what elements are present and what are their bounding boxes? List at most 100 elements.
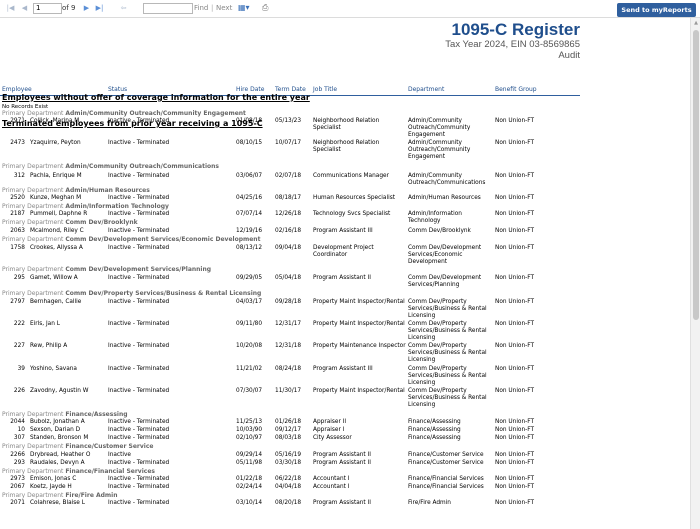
employee-id: 293 [13,460,25,466]
find-next-link[interactable]: Next [216,3,232,13]
first-page-icon[interactable]: |◀ [6,3,15,13]
col-benefit-group: Benefit Group [495,86,537,93]
send-to-myreports-button[interactable]: Send to myReports [617,3,696,17]
term-date: 03/30/18 [275,460,302,466]
term-date: 09/04/18 [275,245,302,251]
scroll-thumb[interactable] [693,30,699,320]
department-prefix: Primary Department [2,203,64,210]
employee-status: Inactive - Terminated [108,500,170,506]
term-date: 10/07/17 [275,140,302,146]
find-input[interactable] [143,3,193,14]
employee-name: Mcalmond, Riley C [30,228,84,234]
department-name: Fire/Fire Admin [65,492,118,499]
department-name: Admin/Human Resources [65,187,150,194]
department-group-header: Primary Department Comm Dev/Development … [2,236,260,243]
department-prefix: Primary Department [2,411,64,418]
employee-name: Drybread, Heather O [30,452,91,458]
employee-status: Inactive - Terminated [108,427,170,433]
employee-status: Inactive - Terminated [108,195,170,201]
department-cell: Comm Dev/Property Services/Business & Re… [408,321,487,341]
hire-date: 04/03/17 [236,299,263,305]
back-icon[interactable]: ⇦ [119,3,128,13]
hire-date: 07/30/07 [236,388,263,394]
department-name: Comm Dev/Property Services/Business & Re… [65,290,262,297]
department-group-header: Primary Department Fire/Fire Admin [2,492,118,499]
department-cell: Finance/Assessing [408,427,461,433]
department-group-header: Primary Department Admin/Community Outre… [2,163,219,170]
hire-date: 10/20/08 [236,343,263,349]
hire-date: 09/29/14 [236,452,263,458]
benefit-group: Non Union-FT [495,228,535,234]
employee-status: Inactive - Terminated [108,173,170,179]
employee-status: Inactive - Terminated [108,419,170,425]
benefit-group: Non Union-FT [495,173,535,179]
benefit-group: Non Union-FT [495,118,535,124]
page-number-input[interactable]: 1 [33,3,62,14]
report-viewport: 1095-C Register Tax Year 2024, EIN 03-85… [0,18,688,529]
job-title: Neighborhood Relation Specialist [313,140,380,153]
hire-date: 10/03/90 [236,427,263,433]
department-group-header: Primary Department Admin/Human Resources [2,187,150,194]
benefit-group: Non Union-FT [495,476,535,482]
col-status: Status [108,86,128,93]
job-title: Property Maint Inspector/Rental [313,388,405,394]
employee-status: Inactive - Terminated [108,435,170,441]
hire-date: 09/29/05 [236,275,263,281]
employee-name: Gamet, Willow A [30,275,78,281]
job-title: Communications Manager [313,173,389,179]
employee-status: Inactive [108,452,132,458]
benefit-group: Non Union-FT [495,211,535,217]
employee-status: Inactive - Terminated [108,118,170,124]
hire-date: 07/07/14 [236,211,263,217]
department-cell: Fire/Fire Admin [408,500,451,506]
employee-id: 1758 [10,245,25,251]
employee-name: Koetz, Jayde H [30,484,72,490]
job-title: Development Project Coordinator [313,245,374,258]
employee-name: Pachla, Enrique M [30,173,82,179]
col-department: Department [408,86,445,93]
print-icon[interactable]: ⎙ [262,2,274,14]
page-count-label: of 9 [62,4,76,12]
toolbar-separator: | [211,4,214,12]
employee-id: 2067 [10,484,25,490]
report-subtitle: Tax Year 2024, EIN 03-8569865 [445,39,580,50]
job-title: Property Maint Inspector/Rental [313,299,405,305]
department-cell: Finance/Assessing [408,435,461,441]
employee-id: 226 [13,388,25,394]
report-toolbar: |◀ ◀ 1 of 9 ▶ ▶| ⇦ Find | Next ▦▾ ⎙ Send… [0,0,700,18]
employee-id: 39 [17,366,25,372]
scroll-up-icon[interactable]: ▲ [691,18,700,28]
export-icon[interactable]: ▦▾ [238,2,251,14]
department-name: Admin/Information Technology [65,203,169,210]
employee-id: 2266 [10,452,25,458]
prev-page-icon[interactable]: ◀ [20,3,29,13]
department-prefix: Primary Department [2,468,64,475]
department-name: Finance/Financial Services [65,468,155,475]
job-title: Program Assistant III [313,366,373,372]
job-title: City Assessor [313,435,352,441]
employee-name: Collick, Marina M [30,118,80,124]
next-page-icon[interactable]: ▶ [82,3,91,13]
hire-date: 12/19/16 [236,228,263,234]
hire-date: 03/06/07 [236,173,263,179]
benefit-group: Non Union-FT [495,195,535,201]
employee-status: Inactive - Terminated [108,275,170,281]
employee-status: Inactive - Terminated [108,321,170,327]
vertical-scrollbar[interactable]: ▲ [690,18,700,529]
department-prefix: Primary Department [2,266,64,273]
benefit-group: Non Union-FT [495,321,535,327]
hire-date: 02/10/97 [236,435,263,441]
hire-date: 11/21/02 [236,366,263,372]
job-title: Accountant I [313,484,350,490]
last-page-icon[interactable]: ▶| [95,3,104,13]
benefit-group: Non Union-FT [495,343,535,349]
department-cell: Comm Dev/Property Services/Business & Re… [408,343,487,363]
employee-status: Inactive - Terminated [108,211,170,217]
employee-name: Pummell, Daphne R [30,211,88,217]
department-prefix: Primary Department [2,110,64,117]
term-date: 02/16/18 [275,228,302,234]
term-date: 05/04/18 [275,275,302,281]
find-link[interactable]: Find [194,3,208,13]
employee-status: Inactive - Terminated [108,484,170,490]
department-name: Finance/Customer Service [65,443,154,450]
